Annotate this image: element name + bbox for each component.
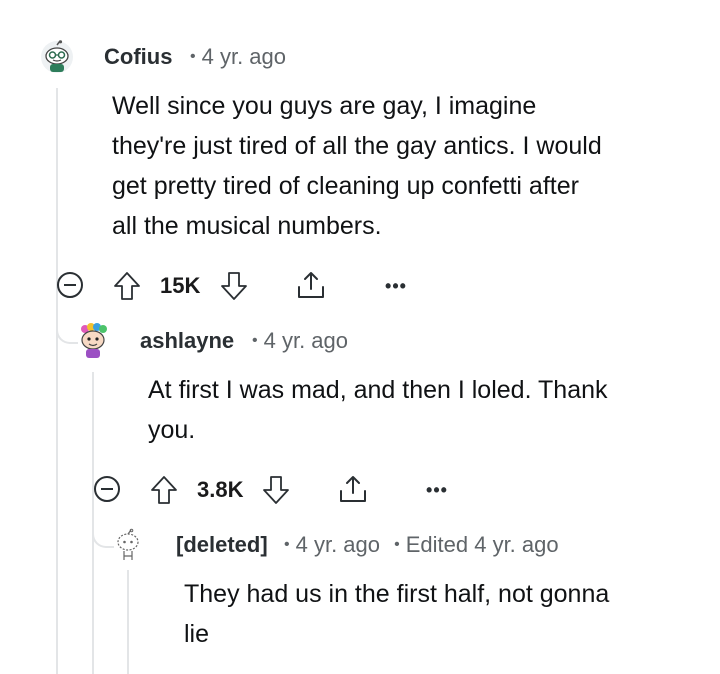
snoo-glasses-avatar-icon[interactable] [40,40,74,74]
comment-body-line: you. [148,416,196,444]
share-button[interactable] [294,268,328,302]
comment-body-line: Well since you guys are gay, I imagine [112,92,537,120]
downvote-arrow-icon [221,272,247,300]
collapse-thread-button[interactable] [57,272,83,298]
separator-dot: • [190,48,196,65]
comment-author: [deleted] [176,532,268,557]
collapse-thread-button[interactable] [94,476,120,502]
comment-body: They had us in the first half, not gonna… [184,574,704,654]
comment-body-line: get pretty tired of cleaning up confetti… [112,172,579,200]
deleted-user-avatar-icon[interactable] [112,528,146,562]
comment-author[interactable]: ashlayne [140,328,234,354]
comment-time[interactable]: 4 yr. ago [296,532,380,557]
comment-timestamp: • 4 yr. ago [250,328,348,354]
edited-label: Edited 4 yr. ago [405,532,559,557]
comment-body-line: all the musical numbers. [112,212,382,240]
comment-body-line: They had us in the first half, not gonna [184,580,610,608]
upvote-arrow-icon [151,476,177,504]
comment-time[interactable]: 4 yr. ago [202,44,286,69]
upvote-arrow-icon [114,272,140,300]
thread-line-level-2 [92,372,94,674]
comment-author[interactable]: Cofius [104,44,172,70]
comment-timestamp: • 4 yr. ago [188,44,286,70]
share-icon [340,476,366,502]
separator-dot: • [284,536,290,553]
vote-score: 15K [160,273,201,298]
thread-line-level-3 [127,570,129,674]
upvote-button[interactable] [111,270,143,302]
share-icon [298,272,324,298]
comment-body-line: they're just tired of all the gay antics… [112,132,602,160]
separator-dot: • [252,332,258,349]
thread-connector [92,526,114,548]
more-options-button[interactable]: ••• [380,274,412,298]
minus-icon [101,488,113,490]
thread-connector [56,322,78,344]
comment-body: At first I was mad, and then I loled. Th… [148,370,708,450]
share-button[interactable] [336,472,370,506]
downvote-button[interactable] [218,270,250,302]
more-options-button[interactable]: ••• [421,478,453,502]
downvote-button[interactable] [260,474,292,506]
vote-score: 3.8K [197,477,244,502]
comment-timestamp: • 4 yr. ago • Edited 4 yr. ago [282,532,559,558]
upvote-button[interactable] [148,474,180,506]
snoo-rainbow-hair-avatar-icon[interactable] [76,323,110,358]
separator-dot: • [394,536,400,553]
comment-body: Well since you guys are gay, I imagine t… [112,86,702,246]
downvote-arrow-icon [263,476,289,504]
thread-line-level-1 [56,88,58,674]
minus-icon [64,284,76,286]
comment-body-line: lie [184,620,210,648]
comment-body-line: At first I was mad, and then I loled. Th… [148,376,608,404]
comment-time[interactable]: 4 yr. ago [264,328,348,353]
